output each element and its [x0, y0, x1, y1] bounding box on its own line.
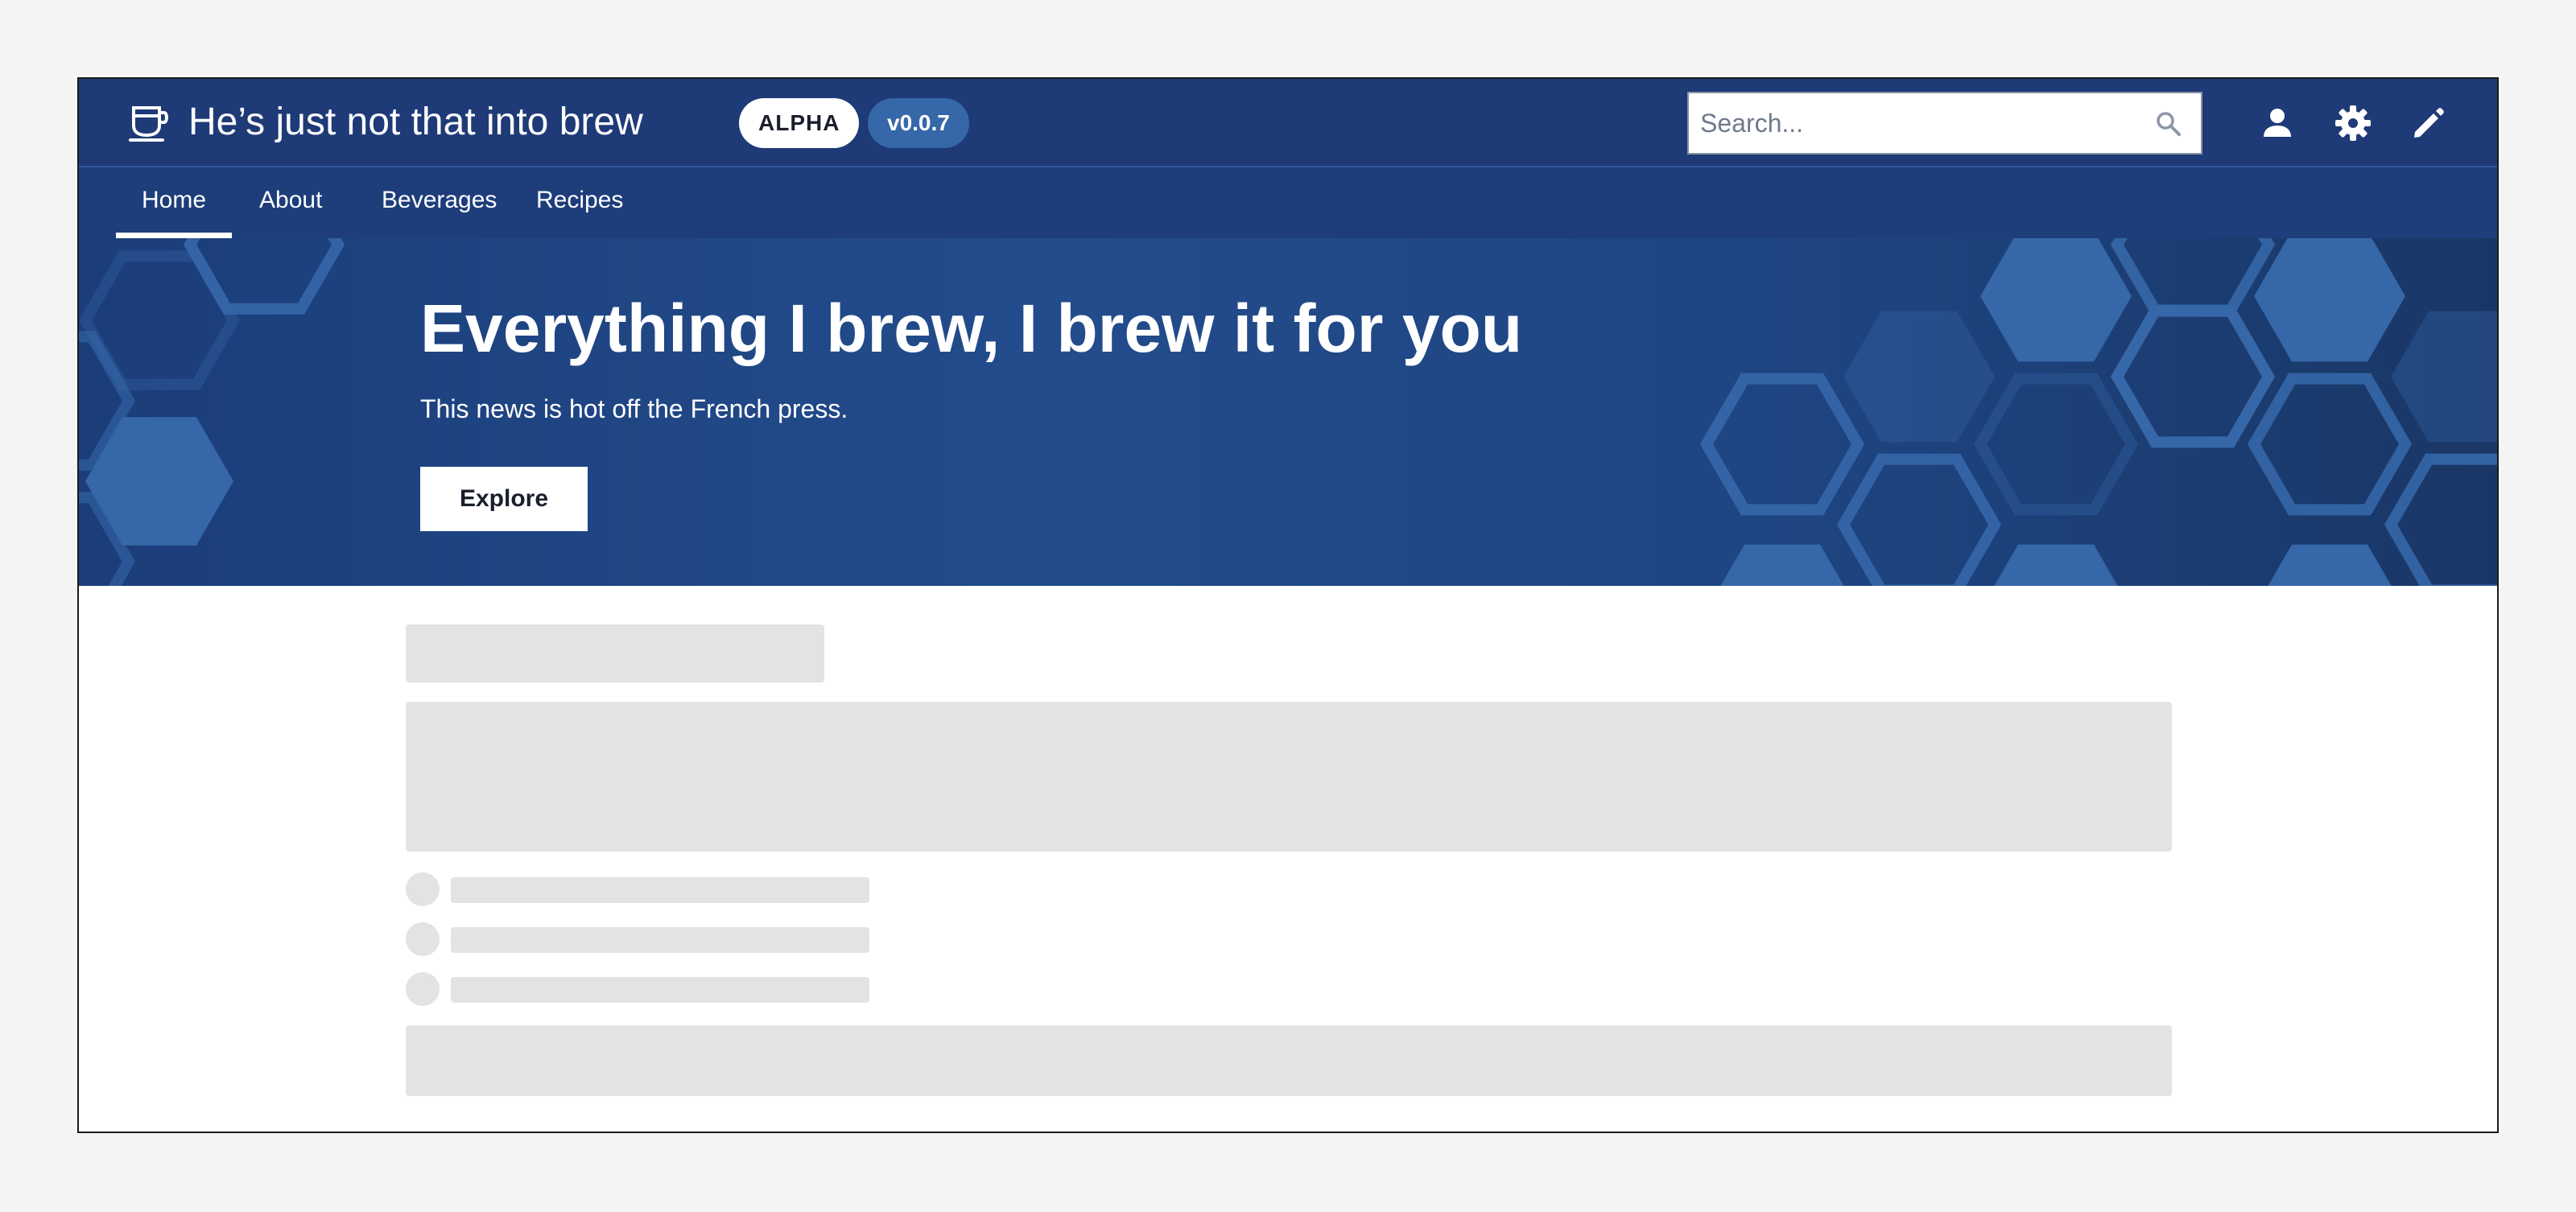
- hexagon-shape: [2254, 238, 2405, 362]
- hexagon-shape: [2110, 238, 2276, 316]
- skeleton-avatar: [406, 972, 440, 1006]
- version-badge: v0.0.7: [868, 98, 969, 148]
- hexagon-shape: [1720, 544, 1844, 586]
- hexagon-shape: [2391, 311, 2497, 443]
- hero-subtitle: This news is hot off the French press.: [420, 394, 848, 423]
- skeleton-footer-block: [406, 1025, 2172, 1096]
- hexagon-shape: [2384, 453, 2497, 586]
- nav-item-home[interactable]: Home: [116, 167, 233, 238]
- coffee-cup-icon[interactable]: [127, 101, 171, 145]
- hexagon-shape: [1980, 238, 2132, 362]
- site-header: He’s just not that into brew ALPHA v0.0.…: [79, 79, 2497, 167]
- hexagon-shape: [2110, 305, 2276, 448]
- skeleton-line: [451, 927, 869, 953]
- alpha-badge: ALPHA: [739, 98, 860, 148]
- nav-item-recipes[interactable]: Recipes: [510, 167, 649, 238]
- hexagon-shape: [1843, 311, 1995, 443]
- hexagon-shape: [1836, 453, 2002, 586]
- hexagon-shape: [1973, 373, 2139, 516]
- hexagon-shape: [2247, 373, 2413, 516]
- user-icon[interactable]: [2257, 103, 2297, 143]
- skeleton-line: [451, 877, 869, 903]
- nav-item-about[interactable]: About: [233, 167, 348, 238]
- skeleton-heading: [406, 625, 824, 682]
- nav-item-beverages[interactable]: Beverages: [356, 167, 522, 238]
- main-nav: Home About Beverages Recipes: [79, 167, 2497, 238]
- skeleton-block: [406, 702, 2172, 851]
- site-title[interactable]: He’s just not that into brew: [188, 98, 643, 146]
- skeleton-avatar: [406, 922, 440, 956]
- gear-icon[interactable]: [2333, 103, 2373, 143]
- hero-title: Everything I brew, I brew it for you: [420, 291, 1523, 366]
- search-input[interactable]: [1689, 93, 2140, 153]
- hexagon-shape: [1994, 544, 2118, 586]
- hero-banner: Everything I brew, I brew it for you Thi…: [79, 238, 2497, 586]
- pencil-icon[interactable]: [2409, 103, 2449, 143]
- hexagon-shape: [1699, 373, 1865, 516]
- app-window: He’s just not that into brew ALPHA v0.0.…: [77, 77, 2499, 1133]
- skeleton-avatar: [406, 872, 440, 906]
- search-icon[interactable]: [2154, 109, 2183, 138]
- explore-button[interactable]: Explore: [420, 467, 588, 531]
- hexagon-shape: [2268, 544, 2392, 586]
- skeleton-line: [451, 977, 869, 1003]
- hexagon-shape: [183, 238, 345, 315]
- search-box: [1687, 92, 2202, 155]
